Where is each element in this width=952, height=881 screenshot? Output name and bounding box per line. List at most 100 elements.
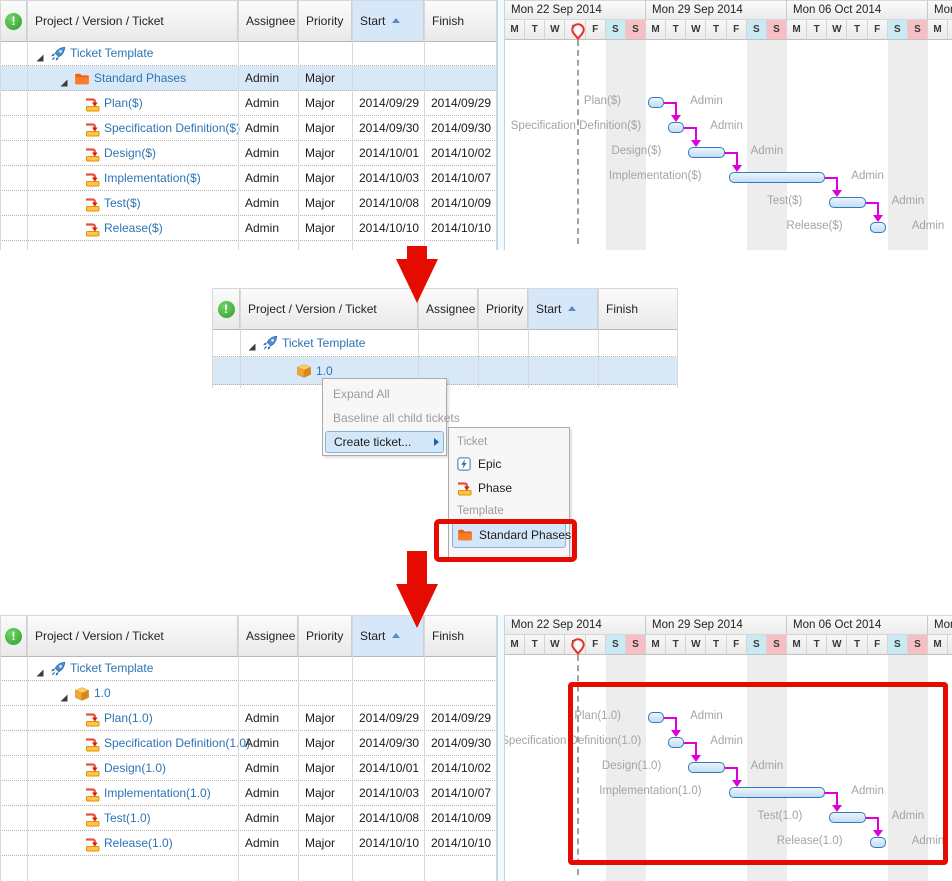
column-border (0, 0, 1, 250)
gantt-day-header: S (908, 635, 928, 655)
gantt-day-header: M (928, 20, 948, 40)
column-border (528, 288, 529, 388)
column-header-priority[interactable]: Priority (298, 1, 352, 41)
table-gantt-splitter[interactable] (497, 0, 505, 250)
menu-item-expand-all[interactable]: Expand All (325, 382, 452, 406)
gantt-bar[interactable] (648, 97, 664, 108)
start-cell: 2014/10/01 (359, 141, 423, 166)
gantt-assignee-label: Admin (710, 120, 743, 132)
flow-arrow-2-shaft (407, 551, 427, 585)
column-header-status[interactable]: ! (0, 1, 27, 41)
column-header-status[interactable]: ! (0, 616, 27, 656)
column-border (352, 615, 353, 881)
assignee-cell: Admin (245, 191, 297, 216)
dependency-connector (877, 202, 879, 216)
gantt-day-header: S (606, 635, 626, 655)
gantt-week-label: Mon 29 Sep 2014 (646, 616, 786, 635)
tree-expander-icon[interactable] (60, 74, 68, 82)
gantt-bar[interactable] (829, 197, 865, 208)
table-row[interactable]: Implementation($)AdminMajor2014/10/03201… (0, 166, 497, 191)
submenu-item-label: Phase (478, 477, 512, 499)
gantt-bar[interactable] (870, 222, 886, 233)
status-ok-icon: ! (5, 13, 22, 30)
gantt-highlight-box (568, 682, 948, 865)
today-marker-pin-icon (571, 638, 585, 655)
ticket-label: Plan($) (104, 91, 143, 116)
sort-asc-icon (392, 18, 400, 23)
submenu-item-epic[interactable]: Epic (452, 453, 566, 477)
submenu-arrow-icon (434, 438, 439, 446)
table-row[interactable]: Plan(1.0)AdminMajor2014/09/292014/09/29 (0, 706, 497, 731)
table-row[interactable]: Release(1.0)AdminMajor2014/10/102014/10/… (0, 831, 497, 856)
table-row[interactable]: Test(1.0)AdminMajor2014/10/082014/10/09 (0, 806, 497, 831)
column-border (240, 288, 241, 388)
flow-arrow-2-head (396, 584, 438, 628)
dependency-arrowhead-icon (671, 115, 681, 122)
tree-expander-icon[interactable] (248, 338, 256, 346)
ticket-label: Test(1.0) (104, 806, 151, 831)
gantt-day-header: S (767, 20, 787, 40)
phase-icon (84, 761, 100, 777)
table-row[interactable]: Specification Definition($)AdminMajor201… (0, 116, 497, 141)
table-row[interactable]: Ticket Template (0, 656, 497, 681)
gantt-bar[interactable] (729, 172, 826, 183)
start-cell: 2014/10/03 (359, 166, 423, 191)
priority-cell: Major (305, 731, 351, 756)
dependency-connector (736, 152, 738, 166)
tree-expander-icon[interactable] (36, 49, 44, 57)
column-header-pvt[interactable]: Project / Version / Ticket (27, 1, 238, 41)
table-row[interactable]: Plan($)AdminMajor2014/09/292014/09/29 (0, 91, 497, 116)
column-header-priority[interactable]: Priority (298, 616, 352, 656)
table-row[interactable]: Design($)AdminMajor2014/10/012014/10/02 (0, 141, 497, 166)
table-row[interactable]: Ticket Template (0, 41, 497, 66)
table-row[interactable]: Implementation(1.0)AdminMajor2014/10/032… (0, 781, 497, 806)
gantt-day-header: F (727, 20, 747, 40)
tree-expander-icon[interactable] (60, 689, 68, 697)
top-table: ! Project / Version / TicketAssigneePrior… (0, 0, 497, 250)
start-cell: 2014/10/08 (359, 191, 423, 216)
phase-icon (84, 836, 100, 852)
gantt-day-header: S (888, 20, 908, 40)
table-row[interactable]: Design(1.0)AdminMajor2014/10/012014/10/0… (0, 756, 497, 781)
gantt-week-label: Mon (928, 1, 952, 20)
column-header-start[interactable]: Start (352, 1, 424, 41)
table-row[interactable]: Test($)AdminMajor2014/10/082014/10/09 (0, 191, 497, 216)
column-header-finish[interactable]: Finish (598, 289, 678, 329)
column-border (298, 0, 299, 250)
gantt-week-label: Mon 22 Sep 2014 (505, 1, 645, 20)
column-header-finish[interactable]: Finish (424, 1, 497, 41)
column-border (298, 615, 299, 881)
gantt-week-header: Mon 06 Oct 2014 (787, 615, 928, 635)
gantt-bar[interactable] (688, 147, 724, 158)
gantt-day-header: W (686, 635, 706, 655)
table-row[interactable]: Standard PhasesAdminMajor (0, 66, 497, 91)
column-header-assignee[interactable]: Assignee (238, 1, 298, 41)
column-header-start[interactable]: Start (528, 289, 598, 329)
epic-icon (456, 456, 472, 472)
table-row[interactable]: Ticket Template (212, 329, 678, 357)
menu-item-create-ticket[interactable]: Create ticket... (325, 431, 444, 453)
gantt-day-header: T (706, 20, 726, 40)
finish-cell: 2014/09/30 (431, 116, 496, 141)
gantt-day-header: W (827, 635, 847, 655)
gantt-day-header: W (827, 20, 847, 40)
table-row[interactable]: 1.0 (0, 681, 497, 706)
column-border (238, 615, 239, 881)
menu-item-baseline-all-child-tickets[interactable]: Baseline all child tickets (325, 406, 452, 430)
table-row[interactable]: Release($)AdminMajor2014/10/102014/10/10 (0, 216, 497, 241)
gantt-assignee-label: Admin (892, 195, 925, 207)
submenu-item-phase[interactable]: Phase (452, 477, 566, 501)
gantt-day-header: M (646, 20, 666, 40)
column-header-status[interactable]: ! (212, 289, 240, 329)
assignee-cell: Admin (245, 756, 297, 781)
gantt-day-header: S (908, 20, 928, 40)
column-header-pvt[interactable]: Project / Version / Ticket (240, 289, 418, 329)
column-header-priority[interactable]: Priority (478, 289, 528, 329)
tree-expander-icon[interactable] (36, 664, 44, 672)
column-header-pvt[interactable]: Project / Version / Ticket (27, 616, 238, 656)
phase-icon (84, 736, 100, 752)
gantt-bar[interactable] (668, 122, 684, 133)
column-header-assignee[interactable]: Assignee (238, 616, 298, 656)
table-gantt-splitter[interactable] (497, 615, 505, 881)
table-row[interactable]: Specification Definition(1.0)AdminMajor2… (0, 731, 497, 756)
